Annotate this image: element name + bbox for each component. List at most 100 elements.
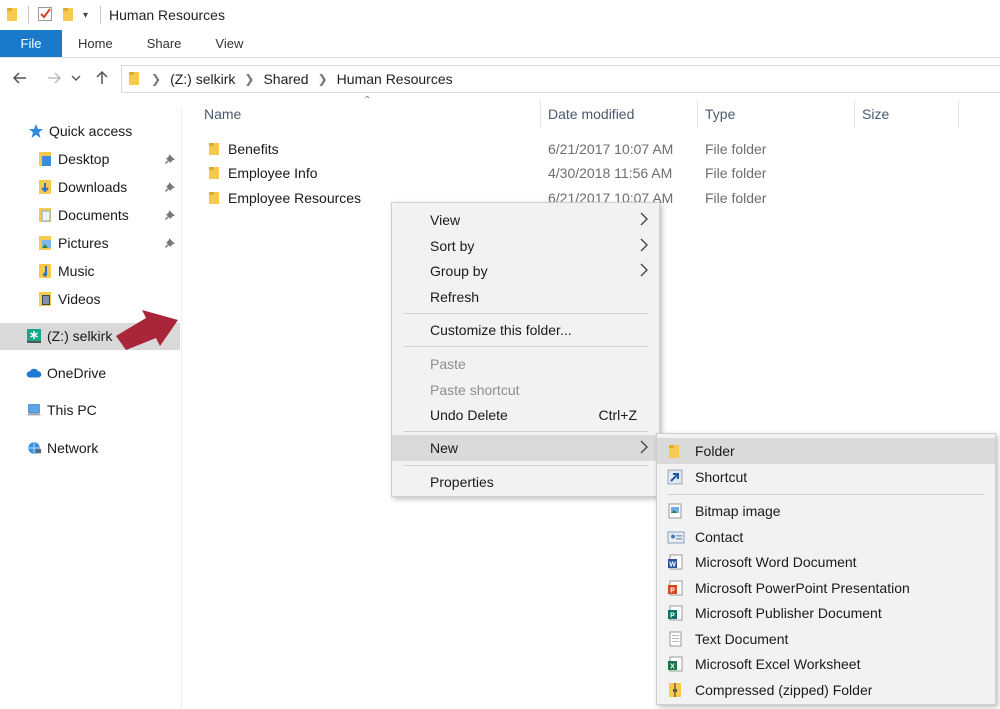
menu-item-group-by[interactable]: Group by — [392, 258, 659, 284]
menu-item-label: Properties — [430, 474, 494, 490]
network-drive-icon — [26, 328, 42, 344]
column-header-type[interactable]: Type — [705, 100, 735, 128]
menu-item-label: Folder — [695, 443, 735, 459]
back-arrow-icon — [12, 72, 26, 84]
menu-item-label: Undo Delete — [430, 407, 508, 423]
menu-item-label: Sort by — [430, 238, 475, 254]
sidebar-item-label: Downloads — [58, 179, 128, 195]
sidebar-item-label: Desktop — [58, 151, 110, 167]
file-name: Employee Resources — [228, 190, 362, 206]
up-arrow-icon — [96, 70, 108, 84]
menu-item-view[interactable]: View — [392, 207, 659, 233]
breadcrumb-drive[interactable]: (Z:) selkirk — [170, 71, 235, 87]
tab-share[interactable]: Share — [130, 30, 199, 57]
pictures-folder-icon — [37, 235, 53, 251]
sidebar-item-downloads[interactable]: Downloads — [37, 174, 127, 200]
folder-icon — [208, 166, 222, 183]
sidebar-item-quick-access[interactable]: Quick access — [28, 118, 132, 144]
column-header-date[interactable]: Date modified — [548, 100, 634, 128]
text-document-icon — [667, 631, 683, 647]
music-folder-icon — [37, 263, 53, 279]
menu-separator — [403, 465, 648, 466]
new-word-item[interactable]: W Microsoft Word Document — [657, 549, 995, 575]
sidebar-item-desktop[interactable]: Desktop — [37, 146, 109, 172]
address-bar[interactable]: ❯ (Z:) selkirk ❯ Shared ❯ Human Resource… — [121, 65, 1000, 93]
new-folder-icon[interactable] — [61, 6, 75, 25]
menu-item-properties[interactable]: Properties — [392, 469, 659, 495]
column-header-size[interactable]: Size — [862, 100, 889, 128]
zip-folder-icon — [667, 682, 683, 698]
svg-text:X: X — [670, 664, 675, 671]
sidebar-item-pictures[interactable]: Pictures — [37, 230, 109, 256]
chevron-right-icon[interactable]: ❯ — [151, 72, 161, 86]
pin-icon[interactable] — [163, 208, 177, 222]
file-type: File folder — [705, 190, 767, 206]
menu-separator — [403, 313, 648, 314]
menu-item-label: Refresh — [430, 289, 480, 305]
menu-item-label: Microsoft Word Document — [695, 554, 857, 570]
shortcut-icon — [667, 469, 683, 485]
svg-text:W: W — [669, 562, 676, 569]
forward-button[interactable] — [40, 64, 68, 92]
sidebar-item-label: Videos — [58, 291, 101, 307]
file-row[interactable]: Benefits 6/21/2017 10:07 AM File folder — [200, 137, 1000, 161]
menu-item-label: Shortcut — [695, 469, 748, 485]
column-header-name[interactable]: Name — [204, 100, 241, 128]
chevron-right-icon[interactable]: ❯ — [244, 72, 254, 86]
pin-icon[interactable] — [163, 180, 177, 194]
folder-icon — [128, 70, 142, 89]
properties-check-icon[interactable] — [37, 6, 53, 25]
customize-toolbar-icon[interactable]: ▾ — [83, 10, 88, 21]
tab-file[interactable]: File — [0, 30, 62, 57]
pin-icon[interactable] — [163, 152, 177, 166]
new-powerpoint-item[interactable]: P Microsoft PowerPoint Presentation — [657, 575, 995, 601]
new-shortcut-item[interactable]: Shortcut — [657, 464, 995, 490]
new-zip-folder-item[interactable]: Compressed (zipped) Folder — [657, 677, 995, 703]
menu-item-sort-by[interactable]: Sort by — [392, 233, 659, 259]
sidebar-item-music[interactable]: Music — [37, 258, 95, 284]
menu-item-undo-delete[interactable]: Undo Delete Ctrl+Z — [392, 402, 659, 428]
file-row[interactable]: Employee Info 4/30/2018 11:56 AM File fo… — [200, 161, 1000, 185]
new-contact-item[interactable]: Contact — [657, 524, 995, 550]
sidebar-item-z-drive[interactable]: (Z:) selkirk — [26, 323, 112, 349]
cloud-icon — [26, 365, 42, 381]
menu-separator — [403, 431, 648, 432]
back-button[interactable] — [6, 64, 34, 92]
publisher-document-icon: P — [667, 605, 683, 621]
documents-folder-icon — [37, 207, 53, 223]
new-text-document-item[interactable]: Text Document — [657, 626, 995, 652]
new-excel-item[interactable]: X Microsoft Excel Worksheet — [657, 651, 995, 677]
column-divider[interactable] — [697, 100, 698, 128]
menu-item-new[interactable]: New — [392, 435, 659, 461]
new-publisher-item[interactable]: P Microsoft Publisher Document — [657, 600, 995, 626]
column-divider[interactable] — [854, 100, 855, 128]
sidebar-item-label: This PC — [47, 402, 97, 418]
new-bitmap-item[interactable]: Bitmap image — [657, 498, 995, 524]
tab-home[interactable]: Home — [62, 30, 130, 57]
computer-icon — [26, 402, 42, 418]
column-divider[interactable] — [540, 100, 541, 128]
sidebar-item-documents[interactable]: Documents — [37, 202, 129, 228]
breadcrumb-shared[interactable]: Shared — [263, 71, 308, 87]
tab-view[interactable]: View — [198, 30, 260, 57]
context-menu: View Sort by Group by Refresh Customize … — [391, 202, 660, 497]
pin-icon[interactable] — [163, 236, 177, 250]
sidebar-item-videos[interactable]: Videos — [37, 286, 101, 312]
folder-icon[interactable] — [6, 6, 20, 25]
recent-locations-button[interactable] — [68, 64, 84, 92]
menu-item-refresh[interactable]: Refresh — [392, 284, 659, 310]
folder-icon — [208, 142, 222, 159]
new-folder-item[interactable]: Folder — [657, 438, 995, 464]
chevron-right-icon[interactable]: ❯ — [318, 72, 328, 86]
menu-item-customize-folder[interactable]: Customize this folder... — [392, 317, 659, 343]
column-divider[interactable] — [958, 100, 959, 128]
menu-item-label: Paste shortcut — [430, 382, 520, 398]
up-button[interactable] — [88, 64, 116, 92]
forward-arrow-icon — [48, 72, 62, 84]
sidebar-item-this-pc[interactable]: This PC — [26, 397, 97, 423]
sidebar-item-network[interactable]: Network — [26, 435, 98, 461]
sidebar-item-onedrive[interactable]: OneDrive — [26, 360, 106, 386]
menu-item-label: Bitmap image — [695, 503, 781, 519]
network-icon — [26, 440, 42, 456]
breadcrumb-current[interactable]: Human Resources — [337, 71, 453, 87]
